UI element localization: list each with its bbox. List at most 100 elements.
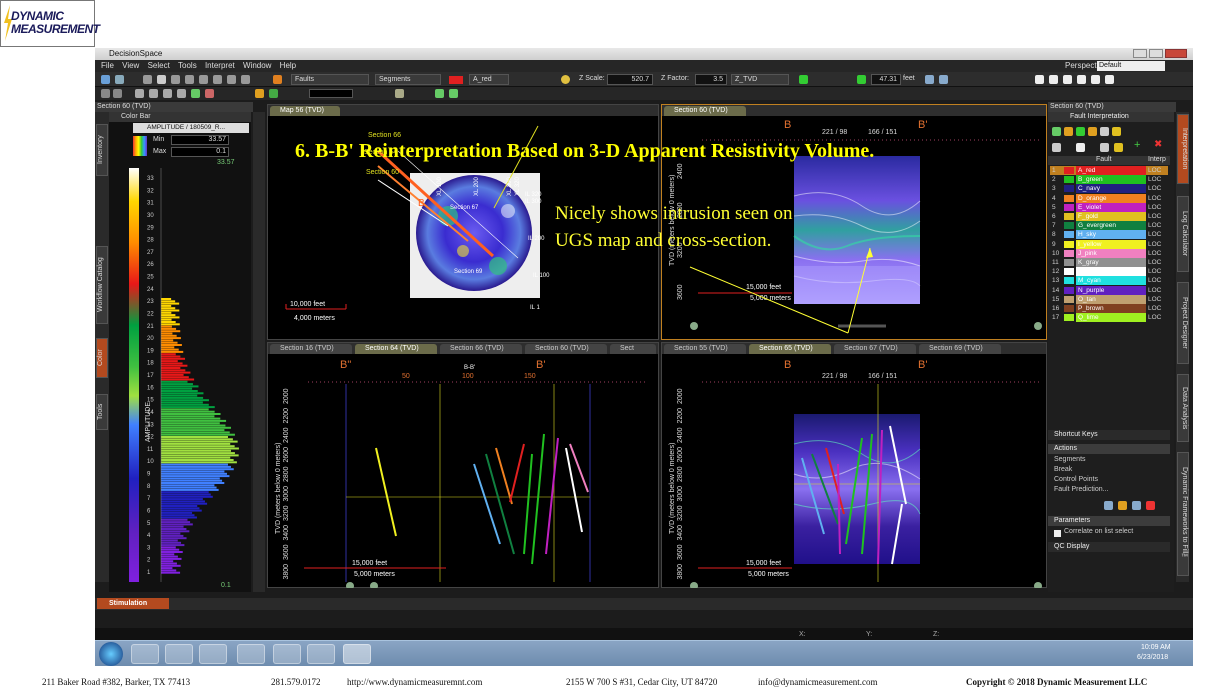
start-button[interactable]	[99, 642, 123, 666]
footer-email-link[interactable]: info@dynamicmeasurement.com	[758, 677, 878, 691]
tool-icon[interactable]	[135, 89, 144, 98]
tool-icon[interactable]	[213, 75, 222, 84]
menu-interpret[interactable]: Interpret	[205, 61, 235, 70]
attribute-select[interactable]: AMPLITUDE / 180509_R...	[133, 123, 249, 133]
tool-icon[interactable]	[925, 75, 934, 84]
tab-inventory[interactable]: Inventory	[96, 124, 108, 176]
layout-icon[interactable]	[1035, 75, 1044, 84]
filter-icon[interactable]	[1052, 143, 1061, 152]
new-icon[interactable]	[101, 75, 110, 84]
fault-row[interactable]: 14 N_purple LOC	[1050, 285, 1168, 295]
zoom-out-icon[interactable]	[346, 582, 354, 588]
delete-icon[interactable]: ✖	[1154, 140, 1162, 150]
fault-row[interactable]: 10 J_pink LOC	[1050, 248, 1168, 258]
app-icon[interactable]	[273, 644, 301, 664]
maximize-button[interactable]	[1149, 49, 1163, 58]
zoom-out-icon[interactable]	[690, 322, 698, 330]
tool-icon[interactable]	[1146, 501, 1155, 510]
search-field[interactable]	[309, 89, 353, 98]
tool-icon[interactable]	[1118, 501, 1127, 510]
fault-color-swatch[interactable]	[1064, 259, 1074, 266]
qc-display-header[interactable]: QC Display	[1048, 542, 1170, 552]
depth-input[interactable]: 47.31	[871, 74, 901, 85]
tool-icon[interactable]	[1112, 127, 1121, 136]
tool-icon[interactable]	[269, 89, 278, 98]
tab-section-65[interactable]: Section 65 (TVD)	[749, 344, 831, 354]
fault-row[interactable]: 16 P_brown LOC	[1050, 304, 1168, 313]
media-player-icon[interactable]	[199, 644, 227, 664]
action-break[interactable]: Break	[1054, 466, 1072, 473]
fault-color-swatch[interactable]	[1064, 314, 1074, 322]
tab-project-designer[interactable]: Project Designer	[1177, 282, 1189, 364]
action-control-points[interactable]: Control Points	[1054, 476, 1098, 483]
tab-section-69[interactable]: Section 69 (TVD)	[919, 344, 1001, 354]
menu-file[interactable]: File	[101, 61, 114, 70]
zoom-in-icon[interactable]	[1034, 582, 1042, 588]
tool-icon[interactable]	[177, 89, 186, 98]
open-icon[interactable]	[115, 75, 124, 84]
zoom-out-icon[interactable]	[690, 582, 698, 588]
chrome-icon[interactable]	[237, 644, 265, 664]
fault-row[interactable]: 6 F_gold LOC	[1050, 212, 1168, 221]
tab-dynamic-frameworks[interactable]: Dynamic Frameworks to Fill™	[1177, 452, 1189, 576]
fault-color-swatch[interactable]	[1064, 231, 1074, 239]
tool-icon[interactable]	[1052, 127, 1061, 136]
fault-row[interactable]: 3 C_navy LOC	[1050, 184, 1168, 194]
tool-icon[interactable]	[101, 89, 110, 98]
fault-color-swatch[interactable]	[1064, 268, 1074, 276]
tool-icon[interactable]	[143, 75, 152, 84]
tab-section-55[interactable]: Section 55 (TVD)	[664, 344, 746, 354]
tool-icon[interactable]	[205, 89, 214, 98]
fault-color-swatch[interactable]	[1064, 194, 1074, 202]
add-icon[interactable]: +	[1134, 140, 1140, 151]
fault-color-swatch[interactable]	[1064, 240, 1074, 248]
menu-tools[interactable]: Tools	[178, 61, 197, 70]
fault-tool-icon[interactable]	[273, 75, 282, 84]
max-input[interactable]: 0.1	[171, 147, 229, 157]
action-fault-prediction[interactable]: Fault Prediction...	[1054, 486, 1108, 493]
layout-icon[interactable]	[1091, 75, 1100, 84]
tool-icon[interactable]	[1104, 501, 1113, 510]
tool-icon[interactable]	[255, 89, 264, 98]
tool-icon[interactable]	[1076, 127, 1085, 136]
tool-icon[interactable]	[1114, 143, 1123, 152]
fault-row[interactable]: 11 K_gray LOC	[1050, 258, 1168, 267]
tool-icon[interactable]	[241, 75, 250, 84]
zoom-in-icon[interactable]	[1034, 322, 1042, 330]
tool-icon[interactable]	[113, 89, 122, 98]
explorer-icon[interactable]	[165, 644, 193, 664]
fault-color-swatch[interactable]	[1064, 222, 1074, 230]
actions-header[interactable]: Actions	[1048, 444, 1170, 454]
tool-icon[interactable]	[191, 89, 200, 98]
fault-row[interactable]: 4 D_orange LOC	[1050, 193, 1168, 203]
tab-log-calculator[interactable]: Log Calculator	[1177, 196, 1189, 272]
tool-icon[interactable]	[171, 75, 180, 84]
tool-icon[interactable]	[1088, 127, 1097, 136]
fault-row[interactable]: 7 G_evergreen LOC	[1050, 221, 1168, 231]
layout-icon[interactable]	[1063, 75, 1072, 84]
min-input[interactable]: 33.57	[171, 135, 229, 145]
fault-row[interactable]: 8 H_sky LOC	[1050, 230, 1168, 240]
tool-icon[interactable]	[1064, 127, 1073, 136]
sun-icon[interactable]	[561, 75, 570, 84]
play-icon[interactable]	[857, 75, 866, 84]
fault-row[interactable]: 9 I_yellow LOC	[1050, 239, 1168, 249]
fault-color-swatch[interactable]	[1064, 185, 1074, 193]
menu-window[interactable]: Window	[243, 61, 271, 70]
fault-row[interactable]: 1 A_red LOC	[1050, 166, 1168, 175]
menu-view[interactable]: View	[122, 61, 139, 70]
fault-color-swatch[interactable]	[1064, 305, 1074, 312]
minimize-button[interactable]	[1133, 49, 1147, 58]
tool-icon[interactable]	[1076, 143, 1085, 152]
tab-color[interactable]: Color	[96, 338, 108, 378]
tool-icon[interactable]	[1132, 501, 1141, 510]
layout-icon[interactable]	[1105, 75, 1114, 84]
tab-section-16[interactable]: Section 16 (TVD)	[270, 344, 352, 354]
tab-section-64[interactable]: Section 64 (TVD)	[355, 344, 437, 354]
segments-select[interactable]: Segments	[375, 74, 441, 85]
z-factor-input[interactable]: 3.5	[695, 74, 727, 85]
tab-interpretation[interactable]: Interpretation	[1177, 114, 1189, 184]
z-scale-input[interactable]: 520.7	[607, 74, 653, 85]
footer-website-link[interactable]: http://www.dynamicmeasuremnt.com	[347, 677, 482, 691]
faults-select[interactable]: Faults	[291, 74, 369, 85]
